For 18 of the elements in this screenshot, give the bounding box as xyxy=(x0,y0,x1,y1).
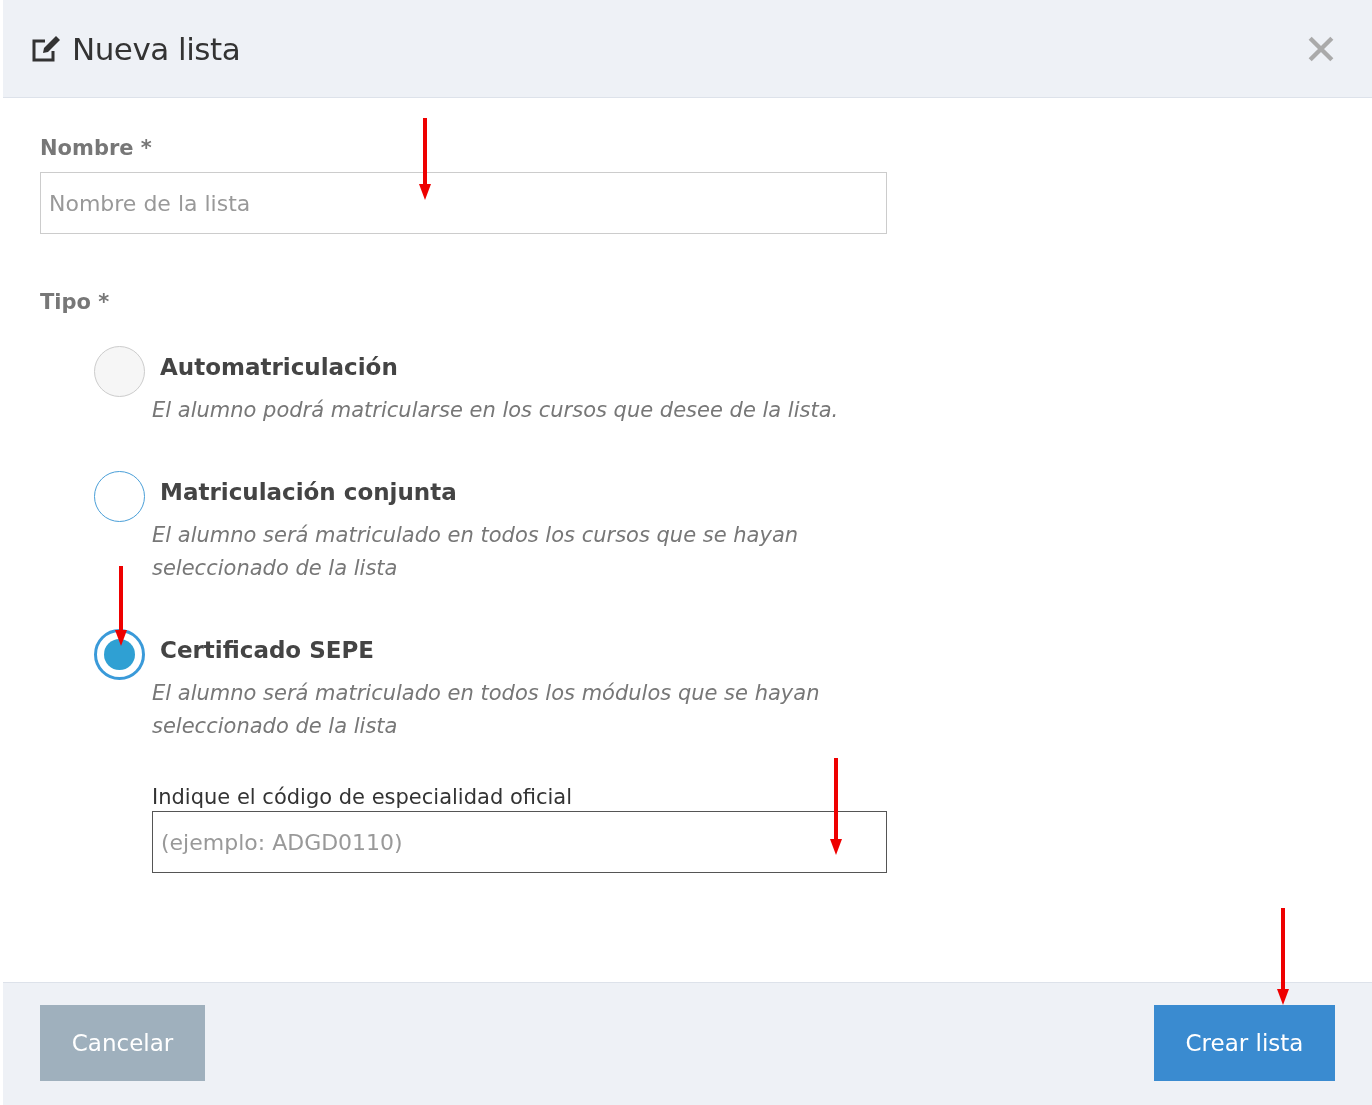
dialog-title: Nueva lista xyxy=(72,30,242,67)
radio-button[interactable] xyxy=(94,471,145,522)
edit-icon xyxy=(30,33,62,64)
option-description: El alumno será matriculado en todos los cursos que se hayan seleccionado de la lista xyxy=(152,522,800,582)
option-title: Certificado SEPE xyxy=(160,637,375,663)
field-label: Tipo * xyxy=(40,290,110,314)
option-description: El alumno será matriculado en todos los módulos que se hayan seleccionado de la lista xyxy=(152,680,821,740)
field-label: Indique el código de especialidad oficial xyxy=(152,785,573,809)
field-label: Nombre * xyxy=(40,136,152,160)
radio-button[interactable] xyxy=(94,629,145,680)
radio-button[interactable] xyxy=(94,346,145,397)
option-description: El alumno podrá matricularse en los cursos que desee de la lista. xyxy=(152,397,840,424)
option-title: Automatriculación xyxy=(160,354,398,380)
close-icon[interactable] xyxy=(1308,35,1334,62)
create-button[interactable]: Crear lista xyxy=(1154,1005,1335,1081)
option-title: Matriculación conjunta xyxy=(160,479,457,505)
name-input[interactable]: Nombre de la lista xyxy=(40,172,887,234)
code-input[interactable]: (ejemplo: ADGD0110) xyxy=(152,811,887,873)
